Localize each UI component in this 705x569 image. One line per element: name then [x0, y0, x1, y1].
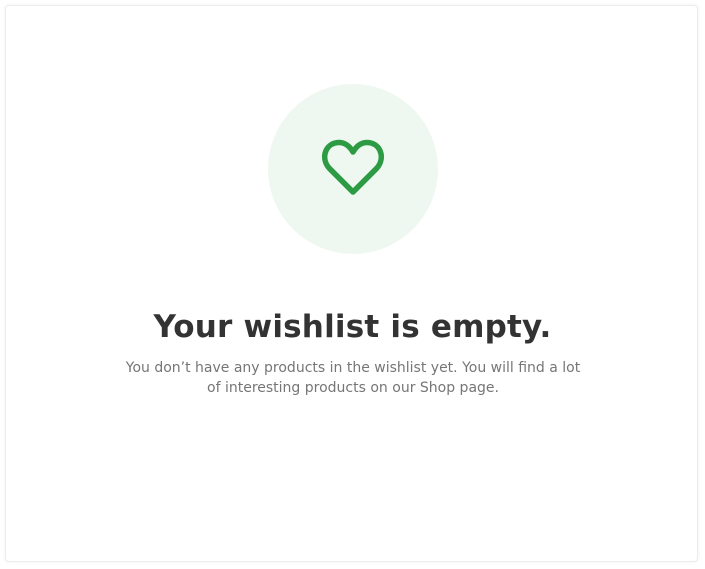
wishlist-icon-circle: [268, 84, 438, 254]
empty-wishlist-description: You don’t have any products in the wishl…: [125, 360, 581, 396]
page: Your wishlist is empty. You don’t have a…: [0, 0, 705, 569]
empty-wishlist-title: Your wishlist is empty.: [153, 309, 552, 345]
heart-icon: [321, 139, 385, 195]
